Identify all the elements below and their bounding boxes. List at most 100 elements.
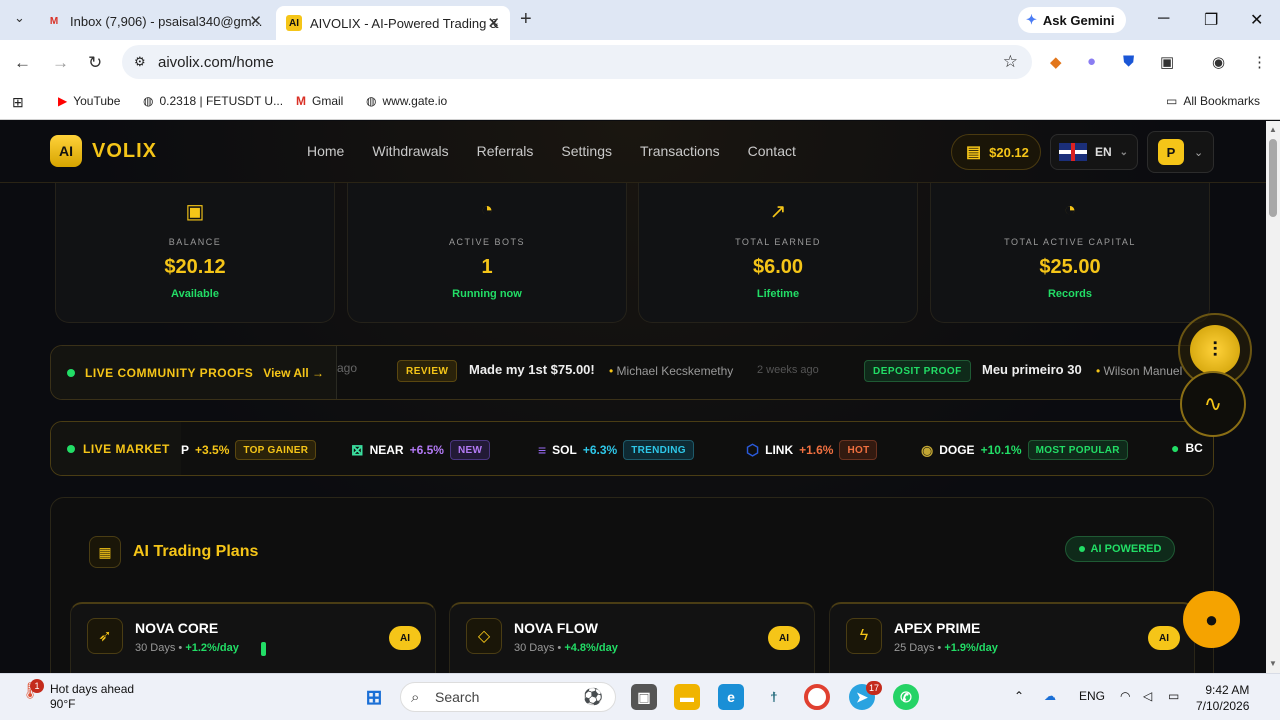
proofs-label: LIVE COMMUNITY PROOFS View All →: [51, 346, 337, 399]
nav-referrals[interactable]: Referrals: [477, 143, 534, 159]
youtube-icon: ▶: [58, 94, 68, 108]
scroll-up-icon[interactable]: ▲: [1269, 125, 1277, 134]
chrome-icon[interactable]: [804, 684, 830, 710]
clock[interactable]: 9:42 AM 7/10/2026: [1196, 682, 1249, 714]
market-item[interactable]: ≡ SOL +6.3% TRENDING: [538, 440, 694, 460]
stat-label: ACTIVE BOTS: [448, 237, 525, 247]
extension-icon[interactable]: ●: [1087, 53, 1096, 70]
all-bookmarks[interactable]: ▭ All Bookmarks: [1166, 94, 1260, 108]
close-icon[interactable]: ✕: [249, 12, 262, 30]
stat-card-balance: ▣ BALANCE $20.12 Available: [55, 183, 335, 323]
scroll-thumb[interactable]: [1269, 139, 1277, 217]
equalizer-icon: ⫶: [1190, 325, 1240, 375]
aivolix-favicon-icon: AI: [286, 15, 302, 31]
proofs-title: LIVE COMMUNITY PROOFS: [85, 365, 254, 380]
market-item[interactable]: ⬡ LINK +1.6% HOT: [746, 440, 878, 460]
tab-search-icon[interactable]: ⌄: [14, 10, 25, 26]
market-symbol: BC: [1185, 441, 1203, 455]
whatsapp-icon[interactable]: ✆: [893, 684, 919, 710]
profile-icon[interactable]: ◉: [1212, 53, 1225, 71]
tray-chevron-icon[interactable]: ⌃: [1014, 689, 1024, 703]
page-scrollbar[interactable]: ▲ ▼: [1266, 121, 1280, 673]
bookmark-gate[interactable]: ◍ www.gate.io: [366, 94, 447, 108]
bullet-icon: •: [609, 364, 614, 378]
bookmark-label: Gmail: [312, 94, 344, 108]
market-item[interactable]: ● BC: [1171, 440, 1203, 456]
plan-card-nova-core[interactable]: ➶ NOVA CORE 30 Days • +1.2%/day AI: [70, 602, 436, 673]
coin-icon: ●: [1171, 440, 1180, 456]
market-tag: NEW: [449, 440, 491, 460]
nav-contact[interactable]: Contact: [748, 143, 796, 159]
site-info-icon[interactable]: ⚙: [134, 54, 146, 70]
new-tab-icon[interactable]: +: [520, 8, 532, 31]
url-text: aivolix.com/home: [158, 53, 274, 71]
app-icon[interactable]: ϯ: [761, 684, 787, 710]
task-view-icon[interactable]: ▣: [631, 684, 657, 710]
minimize-icon[interactable]: ─: [1158, 10, 1169, 28]
activity-fab[interactable]: ∿: [1180, 371, 1246, 437]
wifi-icon[interactable]: ◠: [1120, 689, 1130, 703]
balance-pill[interactable]: ▤ $20.12: [951, 134, 1041, 170]
market-item[interactable]: ◉ DOGE +10.1% MOST POPULAR: [921, 440, 1128, 460]
restore-icon[interactable]: ❐: [1204, 10, 1218, 30]
stat-sub: Records: [1047, 288, 1093, 300]
forward-icon[interactable]: →: [52, 53, 69, 73]
nav-home[interactable]: Home: [307, 143, 344, 159]
close-icon[interactable]: ✕: [487, 14, 500, 32]
plan-days: 30 Days: [135, 642, 176, 654]
ai-powered-badge: AI POWERED: [1065, 536, 1175, 562]
bookmark-fetusdt[interactable]: ◍ 0.2318 | FETUSDT U...: [143, 94, 283, 108]
windows-start-icon[interactable]: ⊞: [361, 684, 387, 710]
gemini-icon: ✦: [1026, 12, 1037, 27]
bookmark-label: 0.2318 | FETUSDT U...: [159, 94, 284, 108]
volume-icon[interactable]: ◁: [1143, 689, 1152, 703]
all-bookmarks-label: All Bookmarks: [1183, 94, 1261, 108]
nav-withdrawals[interactable]: Withdrawals: [372, 143, 448, 159]
user-menu[interactable]: P ⌄: [1147, 131, 1214, 173]
diamond-icon: ◇: [466, 618, 502, 654]
plan-card-nova-flow[interactable]: ◇ NOVA FLOW 30 Days • +4.8%/day AI: [449, 602, 815, 673]
ask-gemini-button[interactable]: ✦ Ask Gemini: [1018, 7, 1126, 33]
extensions-icon[interactable]: ▣: [1160, 53, 1174, 71]
window-close-icon[interactable]: ✕: [1250, 10, 1263, 30]
nav-transactions[interactable]: Transactions: [640, 143, 720, 159]
tab-title: Inbox (7,906) - psaisal340@gm...: [70, 13, 263, 29]
tab-aivolix[interactable]: AI AIVOLIX - AI-Powered Trading & ✕: [276, 6, 510, 40]
scroll-down-icon[interactable]: ▼: [1269, 659, 1277, 668]
tab-gmail[interactable]: M Inbox (7,906) - psaisal340@gm... ✕: [36, 6, 272, 36]
taskbar-search[interactable]: ⌕ Search ⚽: [400, 682, 616, 712]
site-header: AI VOLIX Home Withdrawals Referrals Sett…: [0, 121, 1266, 183]
battery-icon[interactable]: ▭: [1168, 689, 1179, 703]
nav-settings[interactable]: Settings: [561, 143, 612, 159]
reload-icon[interactable]: ↻: [88, 53, 102, 73]
chat-fab[interactable]: ●: [1183, 591, 1240, 648]
weather-widget[interactable]: 🌡 1 Hot days ahead 90°F: [20, 679, 134, 712]
language-selector[interactable]: EN ⌄: [1050, 134, 1138, 170]
bookmark-gmail[interactable]: M Gmail: [296, 94, 343, 108]
site-logo[interactable]: AI VOLIX: [50, 135, 157, 167]
bookmark-star-icon[interactable]: ☆: [1003, 52, 1018, 72]
apps-icon[interactable]: ⊞: [12, 94, 24, 111]
url-bar[interactable]: ⚙ aivolix.com/home ☆: [122, 45, 1032, 79]
back-icon[interactable]: ←: [14, 53, 31, 73]
stat-label: BALANCE: [168, 237, 222, 247]
plan-card-apex-prime[interactable]: ϟ APEX PRIME 25 Days • +1.9%/day AI: [829, 602, 1195, 673]
shield-icon[interactable]: ⛊: [1123, 53, 1134, 70]
edge-icon[interactable]: e: [718, 684, 744, 710]
bookmark-youtube[interactable]: ▶ YouTube: [58, 94, 120, 108]
menu-icon[interactable]: ⋮: [1252, 53, 1267, 71]
plans-title: AI Trading Plans: [133, 543, 259, 560]
input-language[interactable]: ENG: [1079, 689, 1105, 703]
chat-bubble-icon: ●: [1204, 606, 1219, 632]
plan-name: APEX PRIME: [894, 620, 981, 636]
market-item[interactable]: ⊠ NEAR +6.5% NEW: [351, 440, 491, 460]
metamask-icon[interactable]: ◆: [1050, 53, 1062, 71]
market-item[interactable]: P +3.5% TOP GAINER: [181, 440, 317, 460]
address-row: ← → ↻ ⚙ aivolix.com/home ☆ ◆ ● ⛊ ▣ ◉ ⋮: [0, 40, 1280, 86]
cloud-icon[interactable]: ☁: [1044, 689, 1056, 703]
bullet-icon: •: [1096, 364, 1101, 378]
ai-tag: AI: [768, 626, 800, 650]
file-explorer-icon[interactable]: ▬: [674, 684, 700, 710]
view-all-link[interactable]: View All →: [263, 366, 324, 380]
stat-sub: Running now: [452, 288, 522, 300]
